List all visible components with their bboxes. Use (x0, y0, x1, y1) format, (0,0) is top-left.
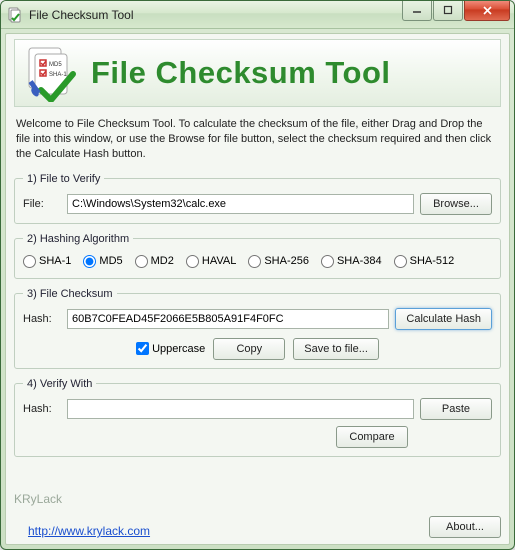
uppercase-text: Uppercase (152, 343, 205, 355)
banner: MD5 SHA-1 File Checksum Tool (14, 39, 501, 107)
algo-radio[interactable] (135, 255, 148, 268)
client-area: MD5 SHA-1 File Checksum Tool Welcome to … (5, 33, 510, 545)
about-button[interactable]: About... (429, 516, 501, 538)
svg-text:MD5: MD5 (49, 62, 62, 68)
algo-label: HAVAL (202, 255, 236, 267)
group-checksum-legend: 3) File Checksum (23, 288, 117, 300)
algo-radio[interactable] (321, 255, 334, 268)
uppercase-checkbox[interactable] (136, 342, 149, 355)
algo-label: SHA-256 (264, 255, 309, 267)
group-file: 1) File to Verify File: Browse... (14, 173, 501, 224)
app-window: File Checksum Tool MD5 (0, 0, 515, 550)
banner-icon: MD5 SHA-1 (23, 44, 81, 102)
algo-option-md5[interactable]: MD5 (83, 255, 122, 268)
website-link[interactable]: http://www.krylack.com (28, 524, 150, 538)
algo-label: SHA-1 (39, 255, 71, 267)
app-icon (7, 7, 23, 23)
banner-title: File Checksum Tool (91, 55, 391, 91)
welcome-text: Welcome to File Checksum Tool. To calcul… (16, 117, 499, 162)
uppercase-checkbox-label[interactable]: Uppercase (136, 342, 205, 355)
hash-output[interactable] (67, 309, 389, 329)
algo-option-sha384[interactable]: SHA-384 (321, 255, 382, 268)
algo-radio[interactable] (23, 255, 36, 268)
close-button[interactable] (464, 1, 510, 21)
copy-button[interactable]: Copy (213, 338, 285, 360)
group-verify: 4) Verify With Hash: Paste Compare (14, 378, 501, 457)
file-path-input[interactable] (67, 194, 414, 214)
verify-hash-label: Hash: (23, 403, 61, 415)
algo-option-sha1[interactable]: SHA-1 (23, 255, 71, 268)
group-file-legend: 1) File to Verify (23, 173, 104, 185)
algo-radio[interactable] (394, 255, 407, 268)
paste-button[interactable]: Paste (420, 398, 492, 420)
algo-label: SHA-512 (410, 255, 455, 267)
algo-radio[interactable] (83, 255, 96, 268)
window-title: File Checksum Tool (29, 8, 402, 22)
browse-button[interactable]: Browse... (420, 193, 492, 215)
window-controls (402, 1, 514, 21)
algo-option-sha512[interactable]: SHA-512 (394, 255, 455, 268)
algo-option-haval[interactable]: HAVAL (186, 255, 236, 268)
brand-text: KRyLack (14, 492, 150, 506)
maximize-button[interactable] (433, 1, 463, 21)
algo-label: MD5 (99, 255, 122, 267)
calculate-hash-button[interactable]: Calculate Hash (395, 308, 492, 330)
footer: KRyLack http://www.krylack.com About... (14, 488, 501, 538)
algo-label: MD2 (151, 255, 174, 267)
group-verify-legend: 4) Verify With (23, 378, 96, 390)
algo-option-md2[interactable]: MD2 (135, 255, 174, 268)
algo-radio[interactable] (186, 255, 199, 268)
algo-label: SHA-384 (337, 255, 382, 267)
group-algorithm: 2) Hashing Algorithm SHA-1MD5MD2HAVALSHA… (14, 233, 501, 279)
file-label: File: (23, 198, 61, 210)
minimize-button[interactable] (402, 1, 432, 21)
svg-text:SHA-1: SHA-1 (49, 72, 67, 78)
algo-radio[interactable] (248, 255, 261, 268)
group-checksum: 3) File Checksum Hash: Calculate Hash Up… (14, 288, 501, 369)
group-algorithm-legend: 2) Hashing Algorithm (23, 233, 133, 245)
hash-label: Hash: (23, 313, 61, 325)
titlebar[interactable]: File Checksum Tool (1, 1, 514, 29)
verify-hash-input[interactable] (67, 399, 414, 419)
algo-option-sha256[interactable]: SHA-256 (248, 255, 309, 268)
algorithm-options: SHA-1 MD5 MD2 HAVAL SHA-256 SHA-384 SHA-512 (23, 253, 492, 270)
save-to-file-button[interactable]: Save to file... (293, 338, 379, 360)
compare-button[interactable]: Compare (336, 426, 408, 448)
